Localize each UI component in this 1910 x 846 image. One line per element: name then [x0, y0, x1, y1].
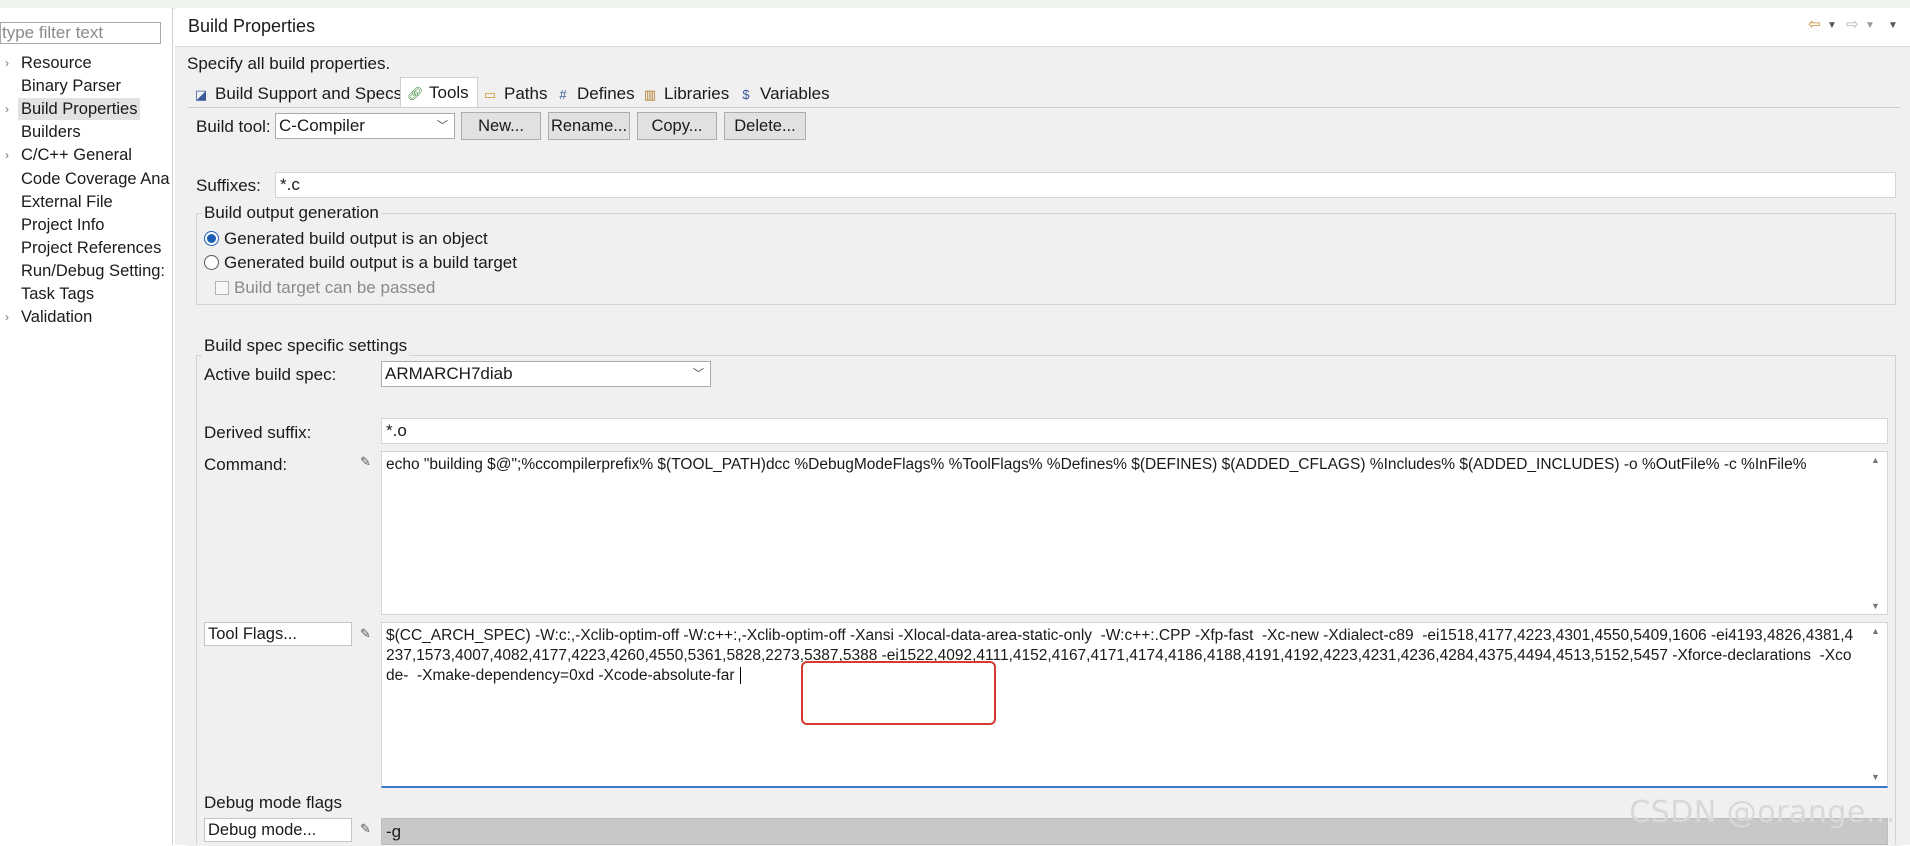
radio-output-build-target-label[interactable]: Generated build output is a build target [224, 253, 517, 273]
sidebar-item-label: Validation [21, 308, 93, 326]
back-menu-chevron-icon[interactable]: ▼ [1827, 20, 1837, 31]
view-menu-chevron-icon[interactable]: ▼ [1888, 20, 1898, 31]
debug-mode-group-title: Debug mode flags [202, 793, 344, 813]
sidebar-item-builders[interactable]: Builders [0, 121, 172, 143]
tab-tools[interactable]: 🔗︎ Tools [400, 77, 478, 109]
rename-tool-button[interactable]: Rename... [548, 112, 630, 140]
build-support-icon: ◪ [194, 87, 208, 102]
build-tool-select[interactable]: C-Compiler ﹀ [275, 113, 455, 139]
libraries-icon: ▥ [643, 87, 657, 102]
new-tool-button[interactable]: New... [461, 112, 541, 140]
tools-link-icon: 🔗︎ [407, 86, 424, 101]
sidebar-item-run-debug-setting[interactable]: Run/Debug Setting: [0, 260, 172, 282]
tab-label: Variables [760, 84, 830, 103]
expand-arrow-icon[interactable]: › [5, 98, 15, 120]
page-title: Build Properties [188, 16, 316, 36]
hash-icon: # [559, 87, 567, 102]
tab-variables[interactable]: $ Variables [738, 80, 830, 107]
build-tool-value: C-Compiler [279, 116, 365, 135]
delete-tool-button[interactable]: Delete... [724, 112, 806, 140]
suffixes-label: Suffixes: [196, 176, 261, 195]
build-target-passed-checkbox[interactable] [215, 281, 229, 295]
sidebar-item-task-tags[interactable]: Task Tags [0, 283, 172, 305]
back-arrow-icon[interactable]: ⇦ [1808, 15, 1821, 33]
sidebar-item-build-properties[interactable]: › Build Properties [0, 98, 172, 120]
radio-output-object[interactable] [204, 231, 219, 246]
sidebar-item-label: Task Tags [21, 285, 95, 303]
text-cursor [739, 667, 741, 684]
tab-label: Libraries [664, 84, 730, 103]
tool-flags-textarea[interactable]: $(CC_ARCH_SPEC) -W:c:,-Xclib-optim-off -… [381, 622, 1888, 788]
watermark-text: CSDN @orange... [1629, 795, 1896, 830]
pencil-edit-icon[interactable]: ✎ [360, 821, 371, 837]
chevron-down-icon: ﹀ [437, 120, 448, 132]
tool-flags-scrollbar[interactable]: ▲ ▼ [1868, 623, 1884, 785]
sidebar-item-label: Project Info [21, 216, 105, 234]
command-textarea[interactable]: echo "building $@";%ccompilerprefix% $(T… [381, 451, 1888, 615]
debug-mode-button[interactable]: Debug mode... [204, 818, 352, 842]
derived-suffix-field[interactable]: *.o [381, 418, 1888, 444]
tool-flags-button[interactable]: Tool Flags... [204, 622, 352, 646]
sidebar-item-code-coverage-ana[interactable]: Code Coverage Ana [0, 168, 172, 190]
sidebar-item-label: C/C++ General [21, 146, 132, 164]
page-subtitle: Specify all build properties. [187, 54, 391, 73]
tab-label: Tools [429, 83, 469, 102]
build-spec-group-title: Build spec specific settings [202, 336, 410, 356]
chevron-down-icon: ﹀ [693, 368, 704, 380]
scroll-down-icon[interactable]: ▼ [1871, 601, 1880, 611]
sidebar-item-project-references[interactable]: Project References [0, 237, 172, 259]
forward-menu-chevron-icon[interactable]: ▼ [1865, 20, 1875, 31]
scroll-up-icon[interactable]: ▲ [1871, 626, 1880, 636]
build-output-group-title: Build output generation [202, 203, 381, 223]
sidebar-item-label: Build Properties [18, 98, 141, 120]
expand-arrow-icon[interactable]: › [5, 144, 15, 166]
forward-arrow-icon[interactable]: ⇨ [1846, 15, 1859, 33]
sidebar-item-validation[interactable]: › Validation [0, 306, 172, 328]
tab-label: Build Support and Specs [215, 84, 403, 103]
scroll-down-icon[interactable]: ▼ [1871, 772, 1880, 782]
command-scrollbar[interactable]: ▲ ▼ [1868, 452, 1884, 614]
highlight-annotation-box [801, 661, 996, 725]
tab-defines[interactable]: # Defines [555, 80, 635, 107]
active-build-spec-label: Active build spec: [204, 365, 337, 384]
filter-input[interactable]: type filter text [0, 22, 161, 44]
expand-arrow-icon[interactable]: › [5, 306, 15, 328]
sidebar-item-label: Builders [21, 123, 81, 141]
sidebar-item-label: External File [21, 193, 113, 211]
sidebar-item-label: Resource [21, 54, 92, 72]
suffixes-field[interactable]: *.c [275, 172, 1896, 198]
radio-output-object-label[interactable]: Generated build output is an object [224, 229, 488, 249]
page-header [175, 8, 1910, 47]
pencil-edit-icon[interactable]: ✎ [360, 626, 371, 642]
tab-label: Defines [577, 84, 635, 103]
active-build-spec-value: ARMARCH7diab [385, 364, 513, 383]
pencil-edit-icon[interactable]: ✎ [360, 454, 371, 470]
folder-icon: ▭ [483, 87, 497, 102]
radio-output-build-target[interactable] [204, 255, 219, 270]
expand-arrow-icon[interactable]: › [5, 52, 15, 74]
sidebar-item-c-c-general[interactable]: › C/C++ General [0, 144, 172, 166]
sidebar-item-label: Project References [21, 239, 162, 257]
sidebar-item-binary-parser[interactable]: Binary Parser [0, 75, 172, 97]
build-target-passed-label: Build target can be passed [234, 278, 436, 297]
sidebar-item-label: Binary Parser [21, 77, 121, 95]
sidebar-item-external-file[interactable]: External File [0, 191, 172, 213]
sidebar-item-project-info[interactable]: Project Info [0, 214, 172, 236]
tab-libraries[interactable]: ▥ Libraries [642, 80, 729, 107]
command-label: Command: [204, 455, 288, 474]
copy-tool-button[interactable]: Copy... [637, 112, 717, 140]
tab-build-support-and-specs[interactable]: ◪ Build Support and Specs [193, 80, 402, 107]
scroll-up-icon[interactable]: ▲ [1871, 455, 1880, 465]
sidebar-item-resource[interactable]: › Resource [0, 52, 172, 74]
derived-suffix-label: Derived suffix: [204, 423, 312, 442]
active-build-spec-select[interactable]: ARMARCH7diab ﹀ [381, 361, 711, 387]
tab-label: Paths [504, 84, 548, 103]
tab-paths[interactable]: ▭ Paths [482, 80, 548, 107]
sidebar-item-label: Run/Debug Setting: [21, 262, 166, 280]
dollar-icon: $ [742, 87, 750, 102]
sidebar-item-label: Code Coverage Ana [21, 170, 170, 188]
properties-nav-panel: type filter text › Resource Binary Parser ›… [0, 8, 173, 845]
build-tool-label: Build tool: [196, 117, 271, 136]
